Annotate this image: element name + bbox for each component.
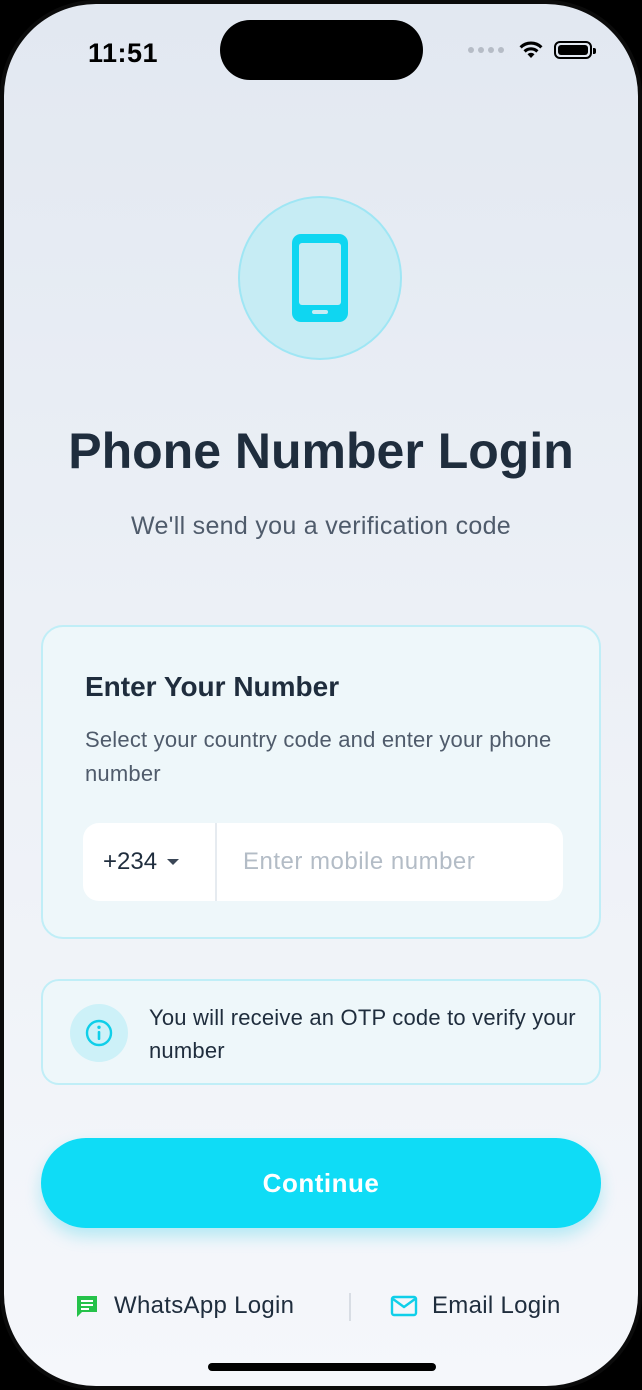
page-title: Phone Number Login <box>68 423 574 479</box>
card-title: Enter Your Number <box>85 671 340 702</box>
caret-down-icon <box>167 859 180 865</box>
chat-bubble-icon <box>77 1296 97 1317</box>
status-time: 11:51 <box>88 38 159 68</box>
email-login-label: Email Login <box>432 1292 561 1319</box>
card-description: Select your country code and enter your … <box>85 727 552 786</box>
device-frame: 11:51 Phone Number Login We'll send you … <box>0 0 642 1390</box>
continue-button[interactable]: Continue <box>41 1138 601 1228</box>
country-code-value: +234 <box>103 848 158 875</box>
info-icon <box>85 1019 113 1047</box>
email-login-link[interactable]: Email Login <box>390 1292 561 1320</box>
phone-entry-card: Enter Your Number Select your country co… <box>41 625 601 939</box>
country-code-dropdown[interactable]: +234 <box>83 823 217 901</box>
phone-number-field: +234 <box>83 822 563 902</box>
info-icon-badge <box>70 1004 128 1062</box>
screen: 11:51 Phone Number Login We'll send you … <box>4 4 638 1386</box>
otp-info-box: You will receive an OTP code to verify y… <box>41 979 601 1085</box>
battery-icon <box>554 41 596 59</box>
wifi-icon <box>519 41 543 58</box>
signal-icon <box>468 47 504 53</box>
phone-hero-badge <box>238 196 402 360</box>
whatsapp-login-link[interactable]: WhatsApp Login <box>74 1292 294 1320</box>
home-indicator[interactable] <box>208 1363 436 1371</box>
alternate-login-links: WhatsApp Login Email Login <box>4 1284 638 1332</box>
status-icons <box>468 40 596 60</box>
mail-icon <box>390 1295 418 1317</box>
links-divider <box>349 1293 351 1321</box>
smartphone-icon <box>292 234 348 322</box>
whatsapp-login-label: WhatsApp Login <box>114 1292 295 1319</box>
mobile-number-input[interactable] <box>217 822 563 902</box>
otp-info-text: You will receive an OTP code to verify y… <box>149 1005 576 1063</box>
dynamic-island <box>220 20 423 80</box>
page-subtitle: We'll send you a verification code <box>131 512 511 540</box>
